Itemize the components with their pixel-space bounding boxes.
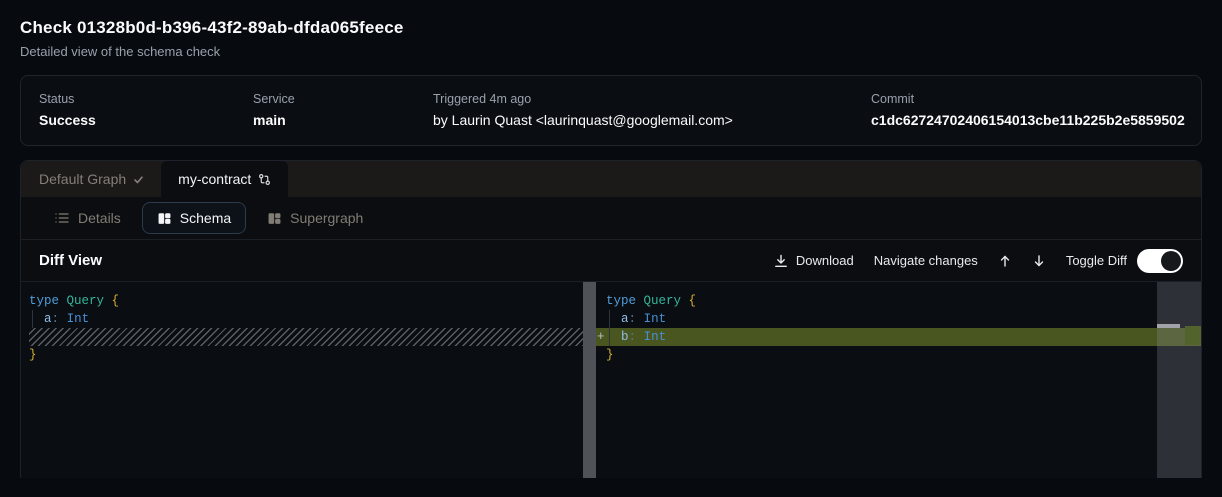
toggle-diff-label: Toggle Diff (1066, 253, 1127, 268)
commit-label: Commit (871, 91, 1185, 108)
next-change-button[interactable] (1032, 254, 1046, 268)
triggered-label: Triggered 4m ago (433, 91, 871, 108)
git-compare-icon (258, 173, 271, 186)
tab-my-contract-label: my-contract (178, 171, 251, 187)
meta-service: Service main (253, 91, 433, 130)
tab-schema[interactable]: Schema (142, 202, 246, 234)
previous-change-button[interactable] (998, 254, 1012, 268)
left-pane-scrollbar[interactable] (583, 282, 596, 478)
minimap[interactable] (1157, 282, 1201, 478)
tab-details[interactable]: Details (39, 202, 136, 234)
panels-icon (267, 211, 282, 226)
minimap-added-marker (1185, 326, 1201, 345)
added-line-gutter-plus: + (597, 328, 605, 346)
code-line: } (596, 346, 1201, 364)
chevron-down-icon (133, 174, 144, 185)
download-icon (774, 254, 788, 268)
code-line: a: Int (596, 310, 1201, 328)
toggle-diff-switch[interactable] (1137, 249, 1183, 273)
triggered-value: by Laurin Quast <laurinquast@googlemail.… (433, 110, 871, 130)
tab-my-contract[interactable]: my-contract (161, 161, 288, 197)
minimap-slider-edge (1157, 324, 1180, 328)
tab-default-graph-label: Default Graph (39, 171, 126, 187)
page-subtitle: Detailed view of the schema check (20, 44, 1202, 59)
schema-diff-editor: type Query { a: Int} type Query { a: Int… (21, 281, 1201, 478)
tab-supergraph[interactable]: Supergraph (252, 202, 378, 234)
meta-commit: Commit c1dc62724702406154013cbe11b225b2e… (871, 91, 1185, 130)
check-detail-panel: Default Graph my-contract Details (20, 160, 1202, 478)
meta-status: Status Success (39, 91, 253, 130)
service-value: main (253, 110, 433, 130)
diff-view-title: Diff View (39, 252, 102, 269)
status-value: Success (39, 110, 253, 130)
code-line-added: + b: Int (596, 328, 1201, 346)
schema-check-page: Check 01328b0d-b396-43f2-89ab-dfda065fee… (0, 0, 1222, 478)
code-line: type Query { (596, 292, 1201, 310)
tab-supergraph-label: Supergraph (290, 210, 363, 226)
status-label: Status (39, 91, 253, 108)
tab-default-graph[interactable]: Default Graph (21, 161, 161, 197)
code-line: type Query { (21, 292, 583, 310)
arrow-down-icon (1032, 254, 1046, 268)
meta-triggered: Triggered 4m ago by Laurin Quast <laurin… (433, 91, 871, 130)
page-title: Check 01328b0d-b396-43f2-89ab-dfda065fee… (20, 18, 1202, 38)
toggle-knob (1161, 251, 1181, 271)
diff-toolbar: Diff View Download Navigate changes (21, 239, 1201, 281)
code-line: } (21, 346, 583, 364)
toggle-diff-control: Toggle Diff (1066, 249, 1183, 273)
list-icon (54, 210, 70, 226)
diff-filler-line (29, 328, 583, 346)
panels-icon (157, 211, 172, 226)
navigate-changes-button[interactable]: Navigate changes (874, 253, 978, 268)
diff-toolbar-actions: Download Navigate changes Toggle Diff (774, 249, 1183, 273)
tab-schema-label: Schema (180, 210, 231, 226)
page-header: Check 01328b0d-b396-43f2-89ab-dfda065fee… (20, 0, 1202, 59)
diff-pane-after[interactable]: type Query { a: Int+ b: Int} (596, 282, 1201, 478)
download-button[interactable]: Download (774, 253, 854, 268)
view-tab-bar: Details Schema Supergraph (21, 197, 1201, 239)
graph-tab-bar: Default Graph my-contract (21, 161, 1201, 197)
download-label: Download (796, 253, 854, 268)
diff-pane-before[interactable]: type Query { a: Int} (21, 282, 583, 478)
tab-details-label: Details (78, 210, 121, 226)
arrow-up-icon (998, 254, 1012, 268)
check-meta-card: Status Success Service main Triggered 4m… (20, 75, 1202, 146)
commit-value: c1dc62724702406154013cbe11b225b2e5859502 (871, 110, 1185, 130)
service-label: Service (253, 91, 433, 108)
navigate-changes-label: Navigate changes (874, 253, 978, 268)
code-line: a: Int (21, 310, 583, 328)
